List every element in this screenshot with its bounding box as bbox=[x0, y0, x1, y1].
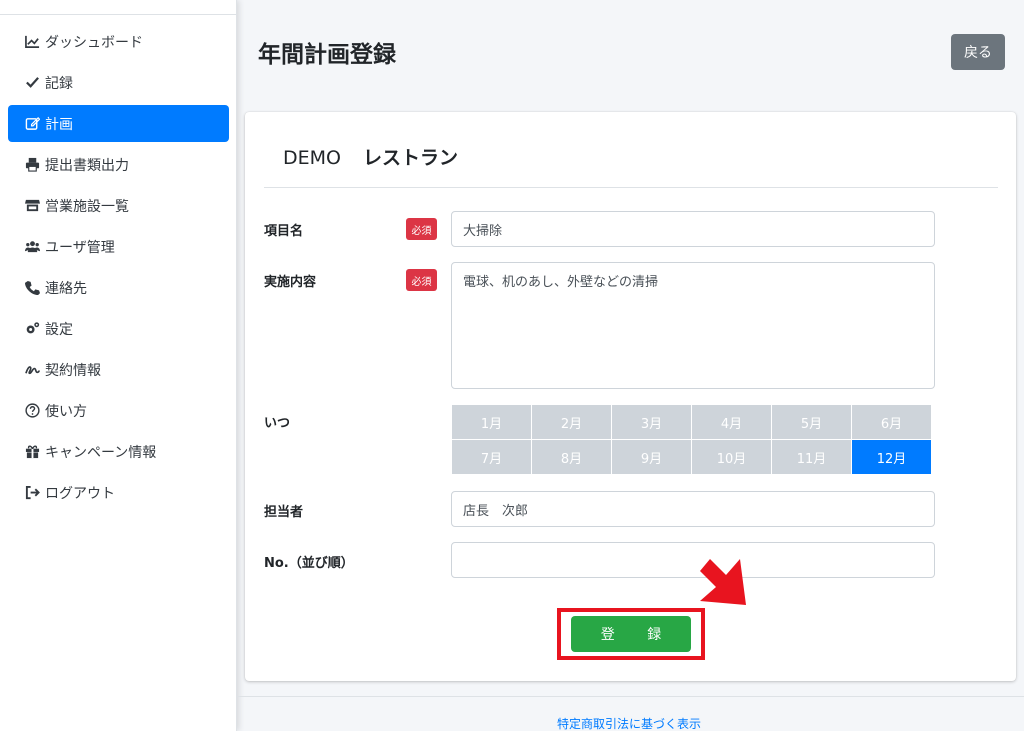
sign-out-icon bbox=[23, 484, 41, 502]
card-divider bbox=[264, 187, 998, 188]
sidebar-item-label: ダッシュボード bbox=[45, 34, 143, 51]
sidebar-item-label: 契約情報 bbox=[45, 362, 101, 379]
month-selector: 1月 2月 3月 4月 5月 6月 7月 8月 9月 10月 11月 12月 bbox=[452, 405, 931, 474]
required-badge: 必須 bbox=[406, 269, 437, 291]
month-button-2[interactable]: 2月 bbox=[532, 405, 611, 439]
month-button-9[interactable]: 9月 bbox=[612, 440, 691, 474]
content-textarea[interactable]: 電球、机のあし、外壁などの清掃 bbox=[451, 262, 935, 389]
sidebar-item-label: キャンペーン情報 bbox=[45, 444, 157, 461]
sidebar-item-label: 記録 bbox=[45, 75, 73, 92]
sidebar-item-label: 使い方 bbox=[45, 403, 87, 420]
submit-button[interactable]: 登 録 bbox=[571, 616, 691, 652]
sidebar-item-campaign[interactable]: キャンペーン情報 bbox=[8, 433, 229, 470]
sidebar-item-label: ユーザ管理 bbox=[45, 239, 115, 256]
chart-line-icon bbox=[23, 33, 41, 51]
sidebar-item-documents[interactable]: 提出書類出力 bbox=[8, 146, 229, 183]
users-icon bbox=[23, 238, 41, 256]
check-icon bbox=[23, 74, 41, 92]
footer-legal-link[interactable]: 特定商取引法に基づく表示 bbox=[557, 715, 701, 731]
month-button-4[interactable]: 4月 bbox=[692, 405, 771, 439]
sidebar-item-facilities[interactable]: 営業施設一覧 bbox=[8, 187, 229, 224]
person-label: 担当者 bbox=[264, 505, 304, 520]
gift-icon bbox=[23, 443, 41, 461]
sidebar-item-label: 連絡先 bbox=[45, 280, 87, 297]
store-heading: DEMO レストラン bbox=[283, 143, 458, 170]
content-label: 実施内容 bbox=[264, 275, 317, 290]
page-title: 年間計画登録 bbox=[258, 42, 396, 68]
month-button-10[interactable]: 10月 bbox=[692, 440, 771, 474]
printer-icon bbox=[23, 156, 41, 174]
month-button-11[interactable]: 11月 bbox=[772, 440, 851, 474]
month-button-5[interactable]: 5月 bbox=[772, 405, 851, 439]
order-label: No.（並び順） bbox=[264, 556, 354, 571]
store-icon bbox=[23, 197, 41, 215]
cogs-icon bbox=[23, 320, 41, 338]
signature-icon bbox=[23, 361, 41, 379]
sidebar-item-contract[interactable]: 契約情報 bbox=[8, 351, 229, 388]
back-button[interactable]: 戻る bbox=[951, 34, 1005, 70]
question-circle-icon bbox=[23, 402, 41, 420]
sidebar-item-howto[interactable]: 使い方 bbox=[8, 392, 229, 429]
plan-form-card: DEMO レストラン 項目名 必須 実施内容 必須 電球、机のあし、外壁などの清… bbox=[245, 112, 1016, 681]
sidebar-item-records[interactable]: 記録 bbox=[8, 64, 229, 101]
edit-icon bbox=[23, 115, 41, 133]
store-name: レストラン bbox=[362, 147, 458, 169]
sidebar-item-contacts[interactable]: 連絡先 bbox=[8, 269, 229, 306]
month-button-7[interactable]: 7月 bbox=[452, 440, 531, 474]
annotation-arrow-icon bbox=[700, 559, 746, 605]
sidebar-item-label: 計画 bbox=[45, 116, 73, 133]
month-button-6[interactable]: 6月 bbox=[852, 405, 931, 439]
month-button-12[interactable]: 12月 bbox=[852, 440, 931, 474]
when-label: いつ bbox=[264, 416, 291, 431]
sidebar-item-dashboard[interactable]: ダッシュボード bbox=[8, 23, 229, 60]
person-input[interactable] bbox=[451, 491, 935, 527]
sidebar: ダッシュボード 記録 計画 提出書類出力 営業施設一覧 ユーザ管理 連絡先 設定… bbox=[0, 0, 237, 731]
item-name-input[interactable] bbox=[451, 211, 935, 247]
sidebar-item-settings[interactable]: 設定 bbox=[8, 310, 229, 347]
month-button-8[interactable]: 8月 bbox=[532, 440, 611, 474]
month-button-3[interactable]: 3月 bbox=[612, 405, 691, 439]
footer-divider bbox=[237, 696, 1024, 697]
sidebar-item-label: ログアウト bbox=[45, 485, 115, 502]
sidebar-top-divider bbox=[0, 0, 236, 15]
sidebar-item-label: 設定 bbox=[45, 321, 73, 338]
phone-icon bbox=[23, 279, 41, 297]
required-badge: 必須 bbox=[406, 218, 437, 240]
item-name-label: 項目名 bbox=[264, 224, 304, 239]
sidebar-item-plan[interactable]: 計画 bbox=[8, 105, 229, 142]
sidebar-item-logout[interactable]: ログアウト bbox=[8, 474, 229, 511]
sidebar-item-users[interactable]: ユーザ管理 bbox=[8, 228, 229, 265]
organization-name: DEMO bbox=[283, 147, 341, 169]
sidebar-item-label: 営業施設一覧 bbox=[45, 198, 129, 215]
sidebar-item-label: 提出書類出力 bbox=[45, 157, 129, 174]
month-button-1[interactable]: 1月 bbox=[452, 405, 531, 439]
